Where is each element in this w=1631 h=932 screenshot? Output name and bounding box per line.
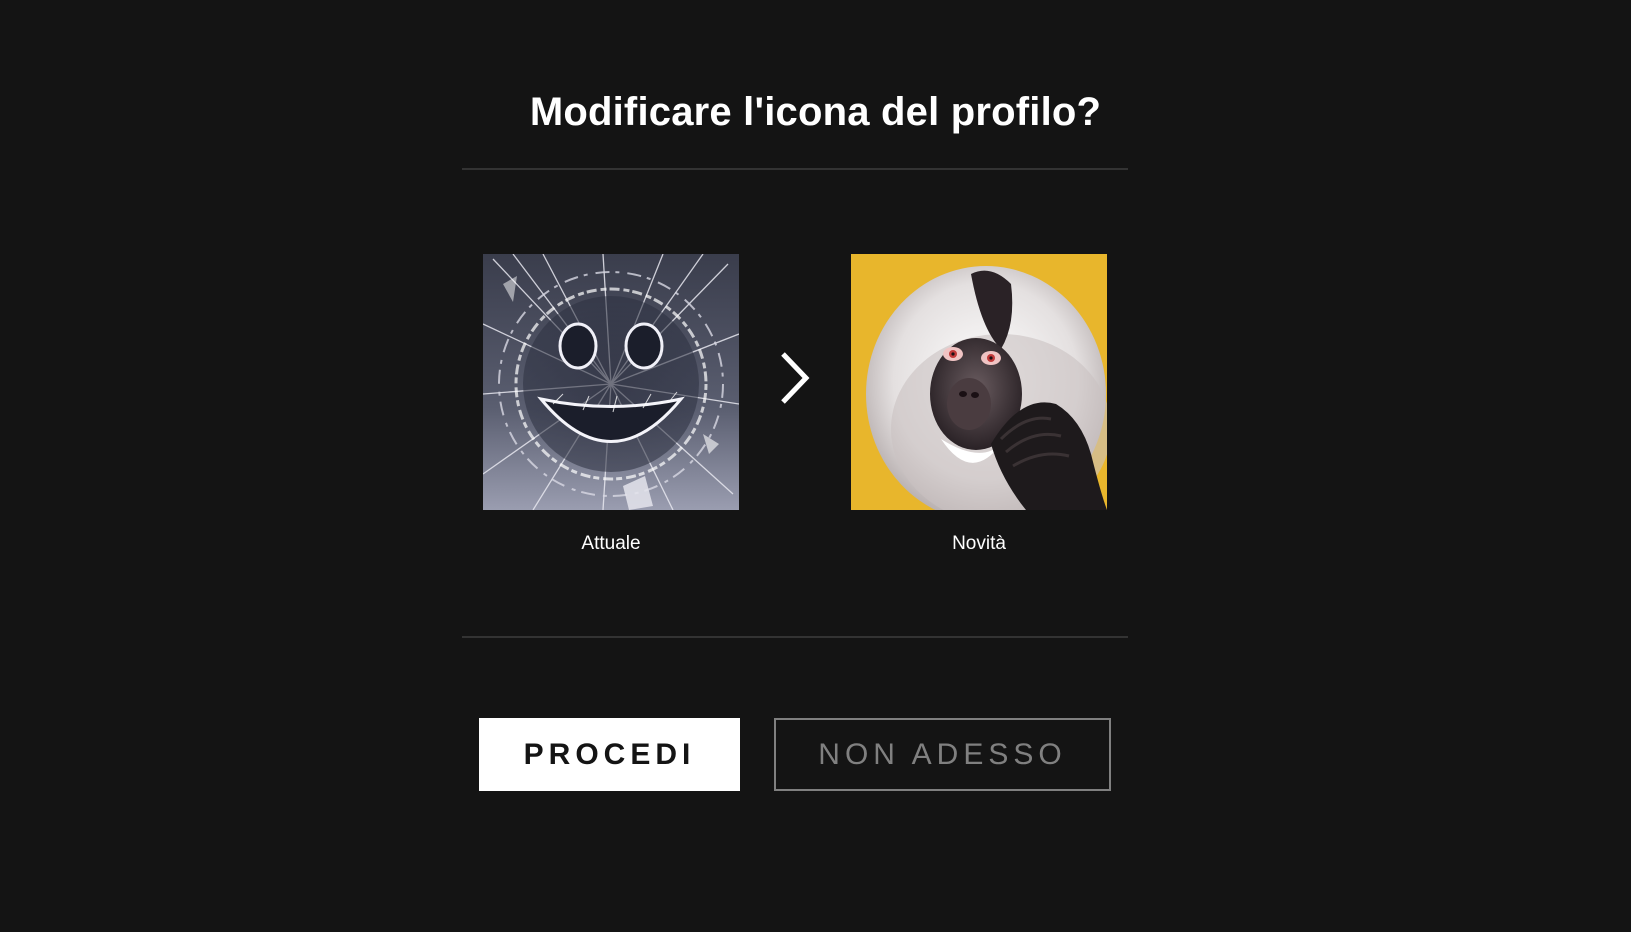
not-now-button[interactable]: NON ADESSO xyxy=(774,718,1111,791)
new-avatar-image xyxy=(851,254,1107,510)
proceed-button[interactable]: PROCEDI xyxy=(479,718,740,791)
top-divider xyxy=(462,168,1128,170)
monkey-avatar-icon xyxy=(851,254,1107,510)
bottom-divider xyxy=(462,636,1128,638)
page-title: Modificare l'icona del profilo? xyxy=(529,90,1102,134)
current-avatar-label: Attuale xyxy=(581,533,641,554)
current-avatar-image xyxy=(483,254,739,510)
chevron-right-icon xyxy=(781,352,810,404)
shattered-glass-smiley-icon xyxy=(483,254,739,510)
new-avatar-label: Novità xyxy=(952,533,1006,554)
